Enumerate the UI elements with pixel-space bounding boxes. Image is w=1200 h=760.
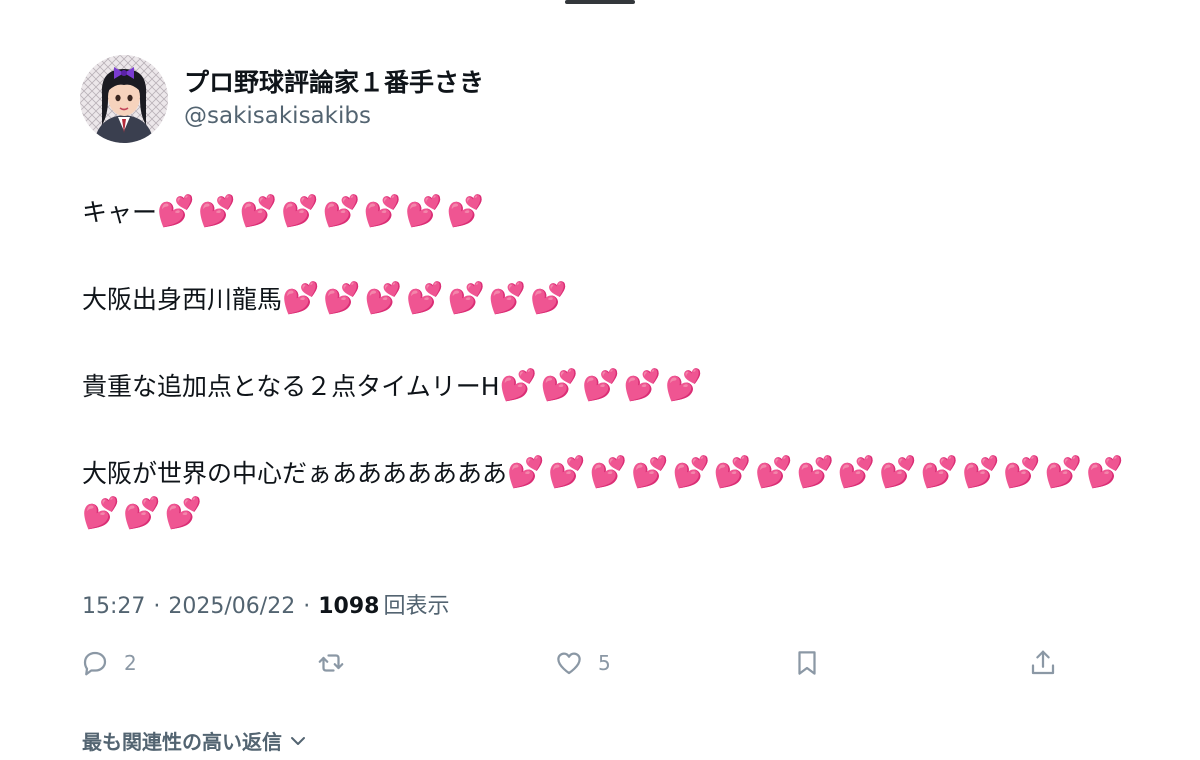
two-hearts-emoji: 💕	[363, 194, 406, 229]
two-hearts-emoji: 💕	[123, 496, 165, 531]
views-count[interactable]: 1098	[318, 594, 379, 619]
reply-icon	[83, 651, 107, 676]
two-hearts-emoji: 💕	[582, 368, 624, 403]
tweet-paragraph-text: 大阪が世界の中心だぁあああああああ	[82, 459, 508, 488]
two-hearts-emoji: 💕	[164, 496, 207, 531]
two-hearts-emoji: 💕	[530, 281, 572, 316]
two-hearts-emoji: 💕	[631, 455, 673, 490]
two-hearts-emoji: 💕	[157, 194, 199, 229]
two-hearts-emoji: 💕	[961, 455, 1004, 490]
reply-button[interactable]: 2	[80, 648, 137, 678]
author-display-name[interactable]: プロ野球評論家１番手さき	[184, 66, 484, 100]
heart-emoji-run: 💕💕💕💕💕💕💕	[282, 281, 572, 316]
heart-emoji-run: 💕💕💕💕💕💕💕💕	[157, 194, 488, 229]
two-hearts-emoji: 💕	[665, 368, 707, 403]
share-icon	[1031, 650, 1055, 675]
like-button[interactable]: 5	[554, 648, 611, 678]
two-hearts-emoji: 💕	[623, 368, 665, 403]
two-hearts-emoji: 💕	[446, 194, 488, 229]
tweet-text: キャー💕💕💕💕💕💕💕💕 大阪出身西川龍馬💕💕💕💕💕💕💕 貴重な追加点となる２点タ…	[82, 192, 1162, 535]
tweet-date[interactable]: 2025/06/22	[168, 594, 295, 619]
avatar[interactable]	[80, 55, 168, 143]
two-hearts-emoji: 💕	[540, 368, 583, 403]
tweet-metadata: 15:27 · 2025/06/22 · 1098 回表示	[82, 588, 449, 620]
two-hearts-emoji: 💕	[879, 455, 921, 490]
two-hearts-emoji: 💕	[82, 496, 124, 531]
tweet-header: プロ野球評論家１番手さき @sakisakisakibs	[80, 55, 484, 143]
tweet-paragraph-text: 貴重な追加点となる２点タイムリーH	[82, 372, 500, 401]
tweet-paragraph: 貴重な追加点となる２点タイムリーH💕💕💕💕💕	[82, 366, 1162, 407]
avatar-illustration-icon	[80, 55, 168, 143]
chevron-down-icon	[291, 736, 305, 745]
two-hearts-emoji: 💕	[548, 455, 590, 490]
two-hearts-emoji: 💕	[672, 455, 714, 490]
two-hearts-emoji: 💕	[1003, 455, 1045, 490]
two-hearts-emoji: 💕	[1044, 455, 1087, 490]
heart-emoji-run: 💕💕💕💕💕	[500, 368, 707, 403]
meta-separator: ·	[303, 594, 311, 619]
bookmark-button[interactable]	[792, 648, 822, 678]
meta-separator: ·	[153, 594, 161, 619]
two-hearts-emoji: 💕	[755, 455, 797, 490]
repost-icon	[318, 654, 344, 672]
reply-count: 2	[124, 651, 137, 675]
two-hearts-emoji: 💕	[920, 455, 962, 490]
two-hearts-emoji: 💕	[447, 281, 489, 316]
two-hearts-emoji: 💕	[323, 281, 365, 316]
tweet-paragraph-text: キャー	[82, 198, 158, 227]
two-hearts-emoji: 💕	[281, 194, 323, 229]
reply-sort-label: 最も関連性の高い返信	[82, 730, 282, 754]
tweet-time[interactable]: 15:27	[82, 594, 145, 619]
two-hearts-emoji: 💕	[507, 455, 549, 490]
two-hearts-emoji: 💕	[713, 455, 756, 490]
reply-sort-dropdown[interactable]: 最も関連性の高い返信	[82, 726, 308, 755]
repost-button[interactable]	[316, 648, 346, 678]
two-hearts-emoji: 💕	[364, 281, 407, 316]
top-partial-header	[0, 0, 1200, 8]
tweet-paragraph: 大阪が世界の中心だぁあああああああ💕💕💕💕💕💕💕💕💕💕💕💕💕💕💕💕💕💕	[82, 453, 1162, 535]
two-hearts-emoji: 💕	[239, 194, 282, 229]
share-button[interactable]	[1028, 648, 1058, 678]
two-hearts-emoji: 💕	[406, 281, 448, 316]
tweet-action-bar: 2 5	[80, 648, 1070, 688]
two-hearts-emoji: 💕	[198, 194, 240, 229]
two-hearts-emoji: 💕	[837, 455, 880, 490]
two-hearts-emoji: 💕	[322, 194, 364, 229]
bookmark-icon	[798, 651, 816, 675]
two-hearts-emoji: 💕	[589, 455, 632, 490]
tweet-paragraph-text: 大阪出身西川龍馬	[82, 285, 283, 314]
two-hearts-emoji: 💕	[488, 281, 531, 316]
two-hearts-emoji: 💕	[1086, 455, 1128, 490]
tweet-paragraph: 大阪出身西川龍馬💕💕💕💕💕💕💕	[82, 279, 1162, 320]
views-label[interactable]: 回表示	[383, 588, 449, 620]
two-hearts-emoji: 💕	[499, 368, 541, 403]
two-hearts-emoji: 💕	[405, 194, 447, 229]
tweet-paragraph: キャー💕💕💕💕💕💕💕💕	[82, 192, 1162, 233]
two-hearts-emoji: 💕	[796, 455, 838, 490]
heart-icon	[557, 652, 581, 675]
author-handle[interactable]: @sakisakisakibs	[184, 100, 484, 132]
two-hearts-emoji: 💕	[282, 281, 324, 316]
like-count: 5	[598, 651, 611, 675]
